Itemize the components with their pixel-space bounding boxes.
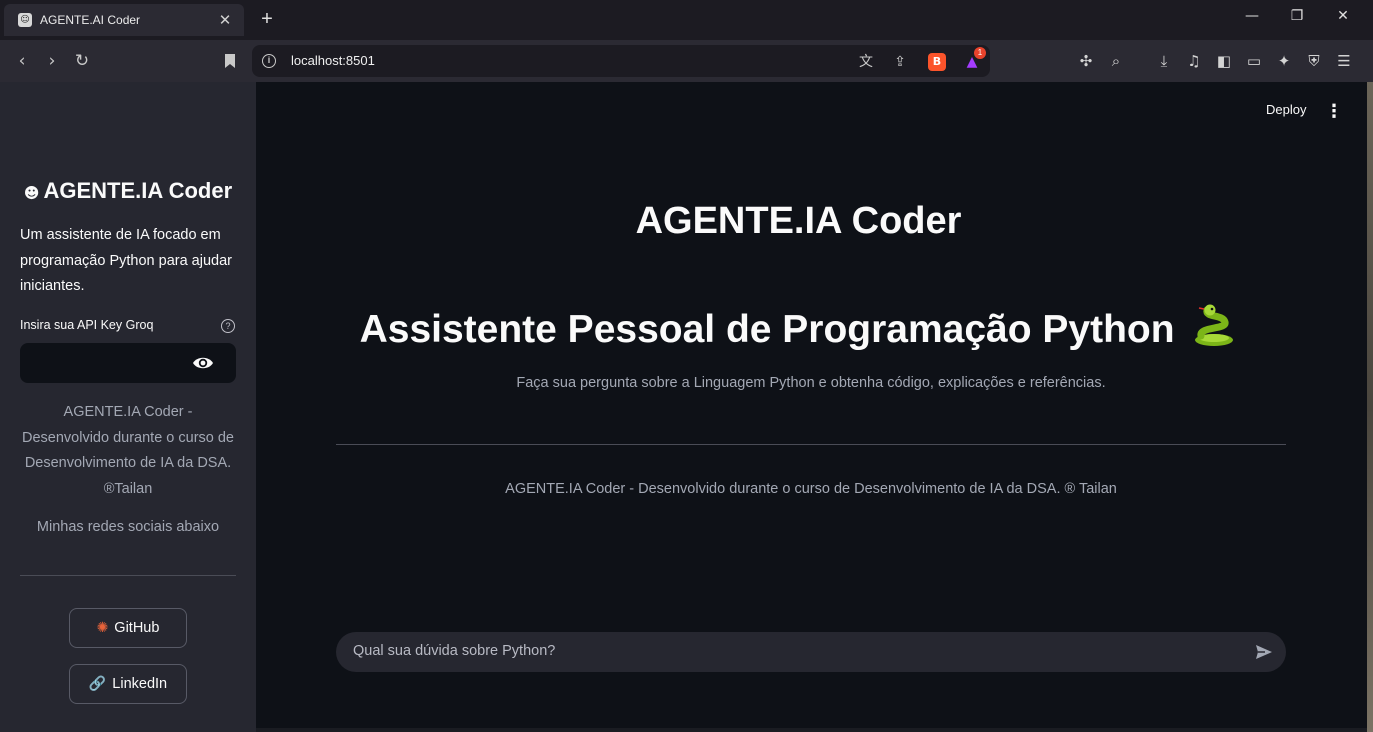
back-arrow-icon[interactable]: ‹ bbox=[10, 49, 34, 73]
forward-arrow-icon[interactable]: › bbox=[40, 49, 64, 73]
restore-window-button[interactable]: ❐ bbox=[1285, 8, 1309, 24]
deploy-button[interactable]: Deploy bbox=[1266, 102, 1306, 117]
send-icon[interactable] bbox=[1254, 642, 1274, 662]
browser-tab-bar: ☺ AGENTE.AI Coder ✕ + — ❐ ✕ bbox=[0, 0, 1373, 40]
page-footer: AGENTE.IA Coder - Desenvolvido durante o… bbox=[505, 481, 1117, 497]
link-icon: 🔗 bbox=[88, 676, 107, 692]
notification-badge: 1 bbox=[974, 47, 986, 59]
social-caption: Minhas redes sociais abaixo bbox=[36, 519, 220, 535]
snake-icon bbox=[1195, 304, 1234, 346]
sidebar-description: Um assistente de IA focado em programaçã… bbox=[20, 227, 232, 294]
leo-ai-icon[interactable]: ✦ bbox=[1272, 49, 1296, 73]
download-icon[interactable]: ⤓ bbox=[1152, 49, 1176, 73]
chat-input[interactable]: Qual sua dúvida sobre Python? bbox=[336, 632, 1286, 672]
sidebar-title-text: AGENTE.IA Coder bbox=[43, 178, 233, 203]
robot-favicon-icon: ☺ bbox=[18, 13, 32, 27]
github-button[interactable]: ✺ GitHub bbox=[69, 608, 187, 648]
sidebar-icon[interactable]: ◧ bbox=[1212, 49, 1236, 73]
url-text[interactable]: localhost:8501 bbox=[291, 53, 375, 68]
browser-tab[interactable]: ☺ AGENTE.AI Coder ✕ bbox=[4, 4, 244, 36]
address-bar[interactable]: i localhost:8501 文 ⇪ B ▲ 1 bbox=[252, 45, 990, 77]
bookmark-icon[interactable] bbox=[218, 49, 242, 73]
main-menu-icon[interactable]: ⋮ bbox=[1325, 100, 1343, 122]
main-content: Deploy ⋮ AGENTE.IA Coder Assistente Pess… bbox=[256, 82, 1367, 732]
page-subtitle: Faça sua pergunta sobre a Linguagem Pyth… bbox=[516, 375, 1106, 391]
vpn-shield-icon[interactable]: ⛨ bbox=[1302, 49, 1326, 73]
search-tab-icon[interactable]: ⌕ bbox=[1104, 49, 1128, 73]
site-info-icon[interactable]: i bbox=[262, 54, 276, 68]
browser-toolbar: ‹ › ↻ i localhost:8501 文 ⇪ B ▲ 1 ✣ ⌕ ⤓ ♫… bbox=[0, 40, 1373, 82]
desktop-edge bbox=[1367, 82, 1373, 732]
page-title: AGENTE.IA Coder bbox=[635, 200, 962, 242]
reload-icon[interactable]: ↻ bbox=[70, 49, 94, 73]
tab-title: AGENTE.AI Coder bbox=[40, 13, 141, 27]
wallet-icon[interactable]: ▭ bbox=[1242, 49, 1266, 73]
linkedin-label: LinkedIn bbox=[112, 676, 168, 692]
new-tab-button[interactable]: + bbox=[256, 8, 278, 30]
page-heading: Assistente Pessoal de Programação Python bbox=[256, 304, 1341, 352]
github-label: GitHub bbox=[114, 620, 160, 636]
music-icon[interactable]: ♫ bbox=[1182, 49, 1206, 73]
help-icon[interactable]: ? bbox=[221, 319, 235, 333]
share-icon[interactable]: ⇪ bbox=[890, 52, 910, 72]
robot-face-icon: ☻ bbox=[23, 184, 40, 202]
chat-placeholder: Qual sua dúvida sobre Python? bbox=[353, 643, 556, 659]
streamlit-app: ☻ AGENTE.IA Coder Um assistente de IA foc… bbox=[0, 82, 1373, 732]
sidebar-credit: AGENTE.IA Coder - Desenvolvido durante o… bbox=[22, 404, 234, 497]
tab-close-icon[interactable]: ✕ bbox=[216, 11, 234, 29]
show-password-eye-icon[interactable] bbox=[192, 353, 214, 373]
sidebar: ☻ AGENTE.IA Coder Um assistente de IA foc… bbox=[0, 82, 256, 732]
menu-icon[interactable]: ☰ bbox=[1332, 49, 1356, 73]
api-key-label: Insira sua API Key Groq bbox=[20, 318, 154, 332]
brave-shields-icon[interactable]: B bbox=[928, 53, 946, 71]
extensions-icon[interactable]: ✣ bbox=[1074, 49, 1098, 73]
bottom-scrollbar[interactable] bbox=[256, 728, 1367, 732]
octopus-icon: ✺ bbox=[96, 620, 109, 636]
sidebar-divider bbox=[20, 575, 236, 576]
close-window-button[interactable]: ✕ bbox=[1331, 8, 1355, 24]
sidebar-title: ☻ AGENTE.IA Coder bbox=[0, 178, 256, 204]
page-heading-text: Assistente Pessoal de Programação Python bbox=[359, 308, 1175, 351]
main-divider bbox=[336, 444, 1286, 445]
minimize-window-button[interactable]: — bbox=[1240, 8, 1264, 24]
linkedin-button[interactable]: 🔗 LinkedIn bbox=[69, 664, 187, 704]
translate-icon[interactable]: 文 bbox=[856, 52, 876, 72]
